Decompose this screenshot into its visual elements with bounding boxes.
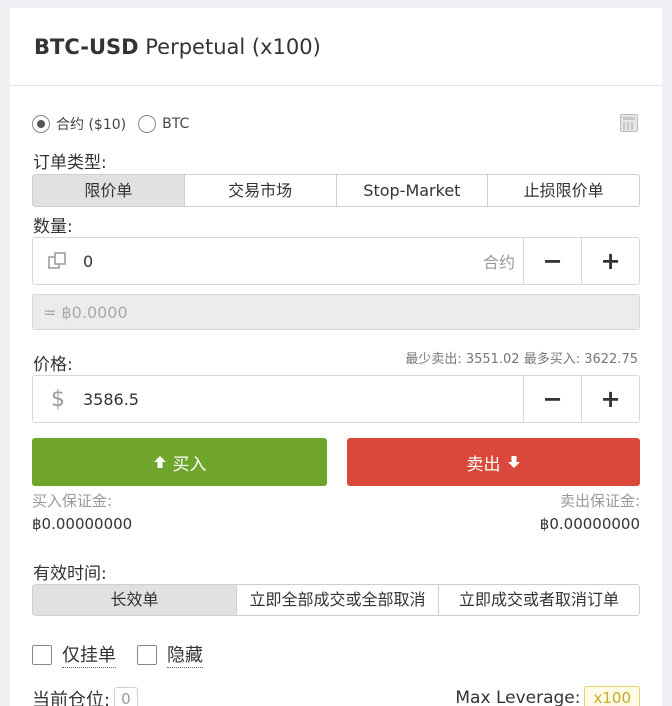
current-position: 当前仓位: 0 <box>32 686 138 706</box>
tif-gtc[interactable]: 长效单 <box>33 585 237 615</box>
tif-fok[interactable]: 立即全部成交或全部取消 <box>237 585 439 615</box>
sell-button[interactable]: 卖出 <box>347 438 640 486</box>
price-increment-button[interactable]: + <box>581 376 639 422</box>
buy-button[interactable]: 买入 <box>32 438 327 486</box>
arrow-down-icon <box>507 456 520 468</box>
max-leverage: Max Leverage: x100 <box>455 686 640 706</box>
radio-contracts-label[interactable]: 合约 ($10) <box>56 114 126 134</box>
dollar-icon: $ <box>51 386 65 412</box>
quantity-input[interactable]: 0 <box>83 238 483 284</box>
title-symbol: BTC-USD <box>34 34 139 59</box>
title-contract: Perpetual (x100) <box>145 34 321 59</box>
order-type-limit[interactable]: 限价单 <box>33 175 185 206</box>
quantity-converted-value: = ฿0.0000 <box>32 294 640 330</box>
page-title: BTC-USD Perpetual (x100) <box>34 35 321 59</box>
post-only-option[interactable]: 仅挂单 <box>32 641 116 668</box>
order-type-selector: 限价单 交易市场 Stop-Market 止损限价单 <box>32 174 640 207</box>
buy-button-label: 买入 <box>172 454 207 475</box>
sell-button-label: 卖出 <box>466 454 501 475</box>
quantity-unit: 合约 <box>482 253 515 272</box>
arrow-up-icon <box>153 456 166 468</box>
radio-btc[interactable] <box>138 115 157 133</box>
price-input[interactable]: 3586.5 <box>83 376 523 422</box>
hidden-option[interactable]: 隐藏 <box>137 641 203 668</box>
layers-icon <box>33 238 83 284</box>
radio-contracts[interactable] <box>32 115 50 133</box>
current-position-value: 0 <box>114 687 138 706</box>
quantity-stepper: 0 合约 − + <box>32 237 640 285</box>
quantity-label: 数量: <box>33 217 73 237</box>
order-type-label: 订单类型: <box>33 153 107 173</box>
hidden-label[interactable]: 隐藏 <box>167 641 203 668</box>
time-in-force-label: 有效时间: <box>33 564 107 584</box>
radio-btc-label[interactable]: BTC <box>162 116 189 132</box>
order-type-market[interactable]: 交易市场 <box>184 175 337 206</box>
quantity-decrement-button[interactable]: − <box>523 238 581 284</box>
max-leverage-label: Max Leverage: <box>455 688 581 706</box>
order-type-stop-market[interactable]: Stop-Market <box>336 175 489 206</box>
time-in-force-selector: 长效单 立即全部成交或全部取消 立即成交或者取消订单 <box>32 584 640 616</box>
price-stepper: $ 3586.5 − + <box>32 375 640 423</box>
current-position-label: 当前仓位: <box>32 690 111 706</box>
max-leverage-badge[interactable]: x100 <box>584 686 640 706</box>
post-only-checkbox[interactable] <box>32 644 52 665</box>
hidden-checkbox[interactable] <box>137 644 157 665</box>
sell-margin-value: ฿0.00000000 <box>539 515 640 533</box>
panel-header: BTC-USD Perpetual (x100) <box>10 8 662 86</box>
layers-icon-svg <box>48 252 66 269</box>
buy-margin-label: 买入保证金: <box>32 492 113 510</box>
sell-margin-label: 卖出保证金: <box>559 492 640 510</box>
price-label: 价格: <box>33 355 73 375</box>
buy-margin-value: ฿0.00000000 <box>32 515 133 533</box>
radio-selected-dot <box>37 120 45 128</box>
price-decrement-button[interactable]: − <box>523 376 581 422</box>
quantity-increment-button[interactable]: + <box>581 238 639 284</box>
tif-ioc[interactable]: 立即成交或者取消订单 <box>439 585 639 615</box>
unit-radio-group: 合约 ($10) BTC <box>32 114 201 134</box>
order-type-stop-limit[interactable]: 止损限价单 <box>488 175 639 206</box>
calculator-icon[interactable] <box>620 114 638 132</box>
post-only-label[interactable]: 仅挂单 <box>62 641 116 668</box>
price-min-max: 最少卖出: 3551.02 最多买入: 3622.75 <box>405 352 638 367</box>
